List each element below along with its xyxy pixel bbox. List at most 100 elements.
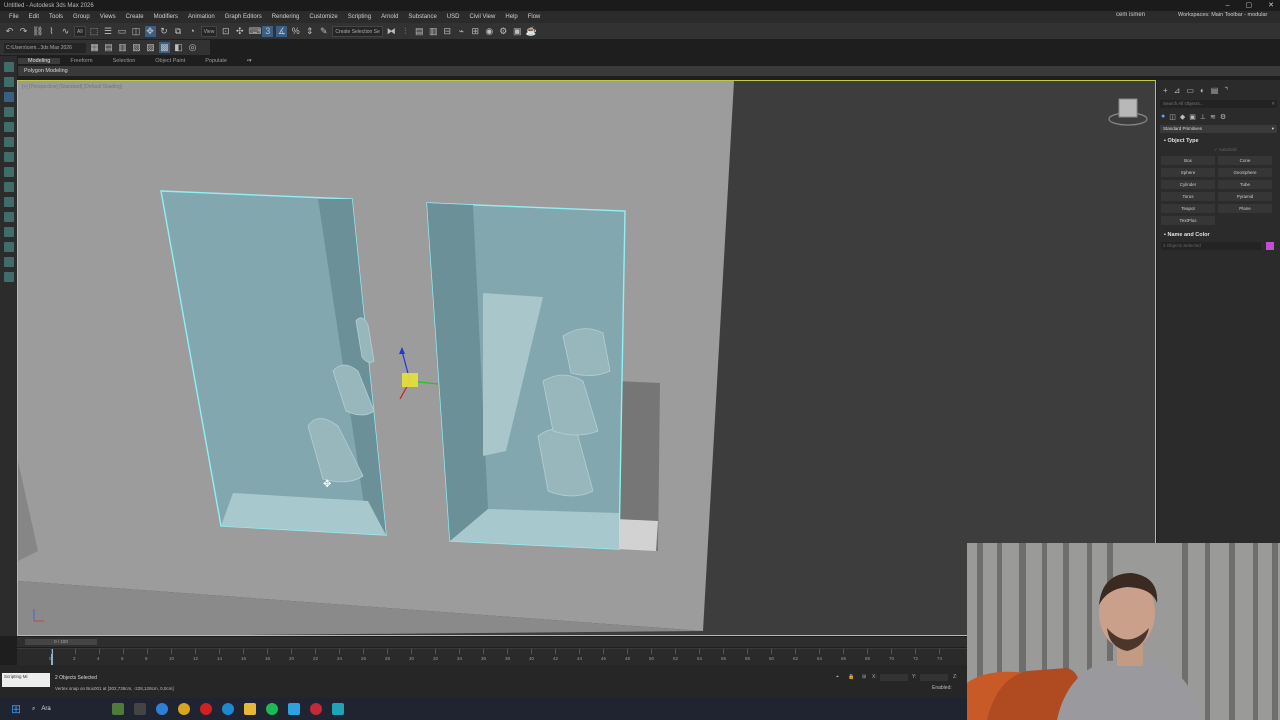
time-slider[interactable]: 0 / 100 [25, 639, 97, 645]
filter-cameras-icon[interactable] [3, 152, 14, 162]
schematic-view-icon[interactable]: ⊞ [470, 26, 481, 37]
y-coord-field[interactable] [920, 674, 948, 681]
tab-populate[interactable]: Populate [195, 58, 237, 64]
project-folder-icon[interactable]: ▦ [89, 42, 100, 53]
window-crossing-icon[interactable]: ◫ [131, 26, 142, 37]
workspace-selector[interactable]: Workspaces: Main Toolbar - modular [1178, 12, 1267, 18]
display-tab-icon[interactable]: ▤ [1211, 86, 1219, 95]
hierarchy-tab-icon[interactable]: ▭ [1186, 86, 1194, 95]
widgets-icon[interactable] [112, 703, 124, 715]
utilities-tab-icon[interactable]: ⌝ [1224, 86, 1228, 95]
menu-help[interactable]: Help [500, 14, 522, 20]
link-icon[interactable]: ⛓ [32, 26, 43, 37]
file-explorer-icon[interactable] [244, 703, 256, 715]
object-type-rollout[interactable]: ▪ Object Type [1157, 137, 1280, 146]
scene-explorer-icon[interactable]: ▤ [414, 26, 425, 37]
menu-usd[interactable]: USD [442, 14, 465, 20]
object-name-field[interactable]: 2 Objects Selected [1161, 242, 1261, 250]
render-production-icon[interactable]: ☕ [526, 26, 537, 37]
browser-icon[interactable] [222, 703, 234, 715]
reference-coordinate-dropdown[interactable]: View [200, 25, 218, 37]
viewport-layout-icon[interactable]: ▩ [159, 42, 170, 53]
selection-filter-dropdown[interactable]: All [74, 25, 86, 37]
select-rotate-icon[interactable]: ↻ [159, 26, 170, 37]
percent-snap-icon[interactable]: % [290, 26, 301, 37]
keyboard-shortcut-icon[interactable]: ⌨ [248, 26, 261, 37]
scene-explorer-icon[interactable] [3, 62, 14, 72]
isolate-icon[interactable]: ⌖ [836, 674, 839, 680]
menu-animation[interactable]: Animation [183, 14, 220, 20]
ribbon-toggle-icon[interactable]: ⊟ [442, 26, 453, 37]
material-editor-icon[interactable]: ◉ [484, 26, 495, 37]
restore-button[interactable]: ▢ [1246, 0, 1253, 11]
angle-snap-icon[interactable]: ∡ [276, 25, 288, 37]
rect-selection-icon[interactable]: ▭ [117, 26, 128, 37]
menu-substance[interactable]: Substance [403, 14, 441, 20]
box-button[interactable]: Box [1161, 156, 1215, 165]
named-selection-dropdown[interactable]: Create Selection Se [332, 25, 383, 37]
systems-icon[interactable]: ⚙ [1220, 113, 1226, 121]
app-icon[interactable] [310, 703, 322, 715]
cone-button[interactable]: Cone [1218, 156, 1272, 165]
menu-rendering[interactable]: Rendering [267, 14, 305, 20]
adaptive-degradation-label[interactable]: Enabled: [932, 685, 952, 691]
manipulate-icon[interactable]: ✣ [234, 26, 245, 37]
menu-views[interactable]: Views [95, 14, 121, 20]
lights-icon[interactable]: ◆ [1180, 113, 1185, 121]
tube-button[interactable]: Tube [1218, 180, 1272, 189]
spinner-snap-icon[interactable]: ⇕ [304, 26, 315, 37]
redo-icon[interactable]: ↷ [18, 26, 29, 37]
sphere-button[interactable]: Sphere [1161, 168, 1215, 177]
edit-named-sets-icon[interactable]: ✎ [318, 26, 329, 37]
menu-file[interactable]: File [4, 14, 24, 20]
filter-groups-icon[interactable] [3, 197, 14, 207]
gizmo-center[interactable] [402, 373, 418, 387]
placement-icon[interactable]: ◔ [187, 26, 198, 37]
project-path-field[interactable]: C:\Users\cem...3ds Max 2026 [4, 42, 86, 53]
absolute-mode-icon[interactable]: ⊞ [862, 674, 866, 680]
tab-selection[interactable]: Selection [103, 58, 146, 64]
menu-group[interactable]: Group [68, 14, 95, 20]
3dsmax-icon[interactable] [332, 703, 344, 715]
curve-editor-icon[interactable]: ⌁ [456, 26, 467, 37]
taskbar-search[interactable]: ⌕ Ara [32, 706, 102, 713]
primitive-category-dropdown[interactable]: Standard Primitives ▾ [1160, 125, 1277, 133]
sync-icon[interactable]: ◎ [187, 42, 198, 53]
render-setup-icon[interactable]: ⚙ [498, 26, 509, 37]
select-move-icon[interactable]: ✥ [144, 25, 156, 37]
name-color-rollout[interactable]: ▪ Name and Color [1157, 231, 1280, 240]
windows-start-icon[interactable]: ⊞ [8, 701, 24, 717]
plane-button[interactable]: Plane [1218, 204, 1272, 213]
filter-lights-icon[interactable] [3, 137, 14, 147]
autogrid-checkbox[interactable]: ✓ AutoGrid [1157, 146, 1280, 154]
settings-icon[interactable]: ▨ [145, 42, 156, 53]
align-icon[interactable]: ⫶ [400, 26, 411, 37]
shapes-icon[interactable]: ◫ [1169, 113, 1176, 121]
menu-graph-editors[interactable]: Graph Editors [220, 14, 267, 20]
tab-modeling[interactable]: Modeling [18, 58, 61, 64]
helpers-icon[interactable]: ⊥ [1200, 113, 1206, 121]
tab-object-paint[interactable]: Object Paint [145, 58, 195, 64]
filter-spacewarps-icon[interactable] [3, 182, 14, 192]
layer-icon[interactable] [3, 77, 14, 87]
textplus-button[interactable]: TextPlus [1161, 216, 1215, 225]
object-color-swatch[interactable] [1266, 242, 1274, 250]
mirror-icon[interactable]: ⧓ [386, 26, 397, 37]
undo-icon[interactable]: ↶ [4, 26, 15, 37]
menu-create[interactable]: Create [121, 14, 149, 20]
select-by-name-icon[interactable]: ☰ [103, 26, 114, 37]
rendered-frame-icon[interactable]: ▣ [512, 26, 523, 37]
pyramid-button[interactable]: Pyramid [1218, 192, 1272, 201]
geosphere-button[interactable]: GeoSphere [1218, 168, 1272, 177]
filter-geometry-icon[interactable] [3, 107, 14, 117]
cameras-icon[interactable]: ▣ [1189, 113, 1196, 121]
pivot-center-icon[interactable]: ⊡ [220, 26, 231, 37]
select-object-icon[interactable]: ⬚ [89, 26, 100, 37]
menu-tools[interactable]: Tools [44, 14, 68, 20]
filter-bones-icon[interactable] [3, 227, 14, 237]
polygon-modeling-panel[interactable]: Polygon Modeling [18, 66, 1280, 76]
user-account[interactable]: cem ismen [1116, 12, 1145, 18]
teapot-button[interactable]: Teapot [1161, 204, 1215, 213]
menu-civil-view[interactable]: Civil View [464, 14, 500, 20]
select-scale-icon[interactable]: ⧉ [173, 26, 184, 37]
